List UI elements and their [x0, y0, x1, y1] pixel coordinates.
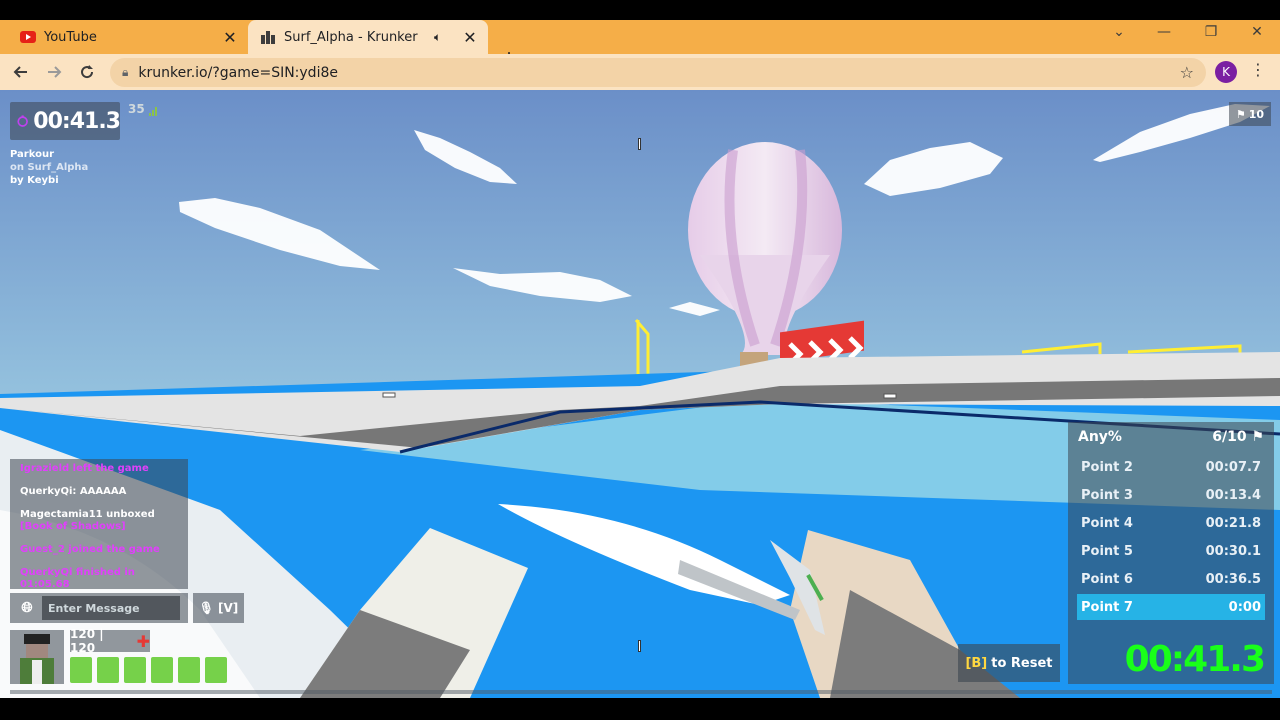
- chat-message: QuerkyQi finished in 01:05.68: [20, 567, 135, 590]
- fps-value: 35: [128, 102, 145, 116]
- chat-input[interactable]: Enter Message: [42, 596, 180, 620]
- signal-bars-icon: [148, 107, 157, 116]
- split-row: Point 6 00:36.5: [1081, 571, 1261, 587]
- voice-chat-button[interactable]: 🎙︎ [V]: [193, 593, 244, 623]
- krunker-icon: [260, 29, 276, 45]
- crosshair-bottom: [638, 640, 641, 652]
- forward-arrow-icon: [48, 66, 62, 78]
- map-name: on Surf_Alpha: [10, 162, 89, 173]
- health-cross-icon: ✚: [136, 631, 150, 651]
- back-arrow-icon: [13, 66, 27, 78]
- chat-input-bar: 🌐︎ Enter Message: [10, 593, 188, 623]
- mic-muted-icon: 🎙︎: [198, 601, 214, 615]
- browser-menu-button[interactable]: ⋮: [1250, 60, 1266, 79]
- progress-track: [10, 690, 1272, 694]
- url-text[interactable]: krunker.io/?game=SIN:ydi8e: [138, 65, 338, 81]
- youtube-icon: [20, 29, 36, 45]
- globe-icon[interactable]: 🌐︎: [18, 599, 36, 617]
- health-display: 120 | 120 ✚: [70, 627, 150, 655]
- flag-icon: ⚑: [1251, 429, 1264, 445]
- fps-counter: 35: [128, 102, 157, 116]
- tab-strip: YouTube ✕ Surf_Alpha - Krunker 🔈︎ ✕ +: [0, 20, 1280, 70]
- flag-count: 10: [1248, 107, 1265, 121]
- forward-button[interactable]: [42, 60, 66, 84]
- chat-message: Igrazield left the game: [20, 463, 149, 474]
- reset-prompt: [B] to Reset: [958, 644, 1060, 682]
- health-value: 120 | 120: [70, 627, 104, 655]
- reload-icon: [81, 65, 94, 79]
- restore-button[interactable]: ❐: [1199, 24, 1223, 40]
- address-bar[interactable]: 🔒︎ krunker.io/?game=SIN:ydi8e ☆: [110, 58, 1206, 87]
- stopwatch-icon: [17, 115, 28, 127]
- profile-avatar[interactable]: K: [1215, 61, 1237, 83]
- checkpoint-progress: 6/10 ⚑: [1212, 429, 1264, 445]
- big-run-timer: 00:41.3: [1124, 639, 1266, 680]
- ammo-slot: [97, 657, 119, 683]
- tab-title: YouTube: [44, 29, 97, 45]
- bookmark-star-icon[interactable]: ☆: [1180, 63, 1194, 82]
- run-timer: 00:41.3: [33, 108, 121, 134]
- game-mode: Parkour: [10, 149, 55, 160]
- close-window-button[interactable]: ✕: [1245, 24, 1269, 40]
- tab-close-button[interactable]: ✕: [460, 27, 480, 47]
- screen: YouTube ✕ Surf_Alpha - Krunker 🔈︎ ✕ + ⌄ …: [0, 0, 1280, 720]
- split-row: Point 3 00:13.4: [1081, 487, 1261, 503]
- crosshair-top: [638, 138, 641, 150]
- reload-button[interactable]: [75, 60, 99, 84]
- ammo-slot: [178, 657, 200, 683]
- player-avatar: [10, 630, 64, 684]
- run-timer-panel: 00:41.3: [10, 102, 121, 140]
- game-viewport[interactable]: 00:41.3 35 Parkour on Surf_Alpha by Keyb…: [0, 90, 1280, 698]
- flag-icon: ⚑: [1235, 107, 1246, 121]
- map-info: Parkour on Surf_Alpha by Keybi: [10, 148, 88, 187]
- ammo-slot: [70, 657, 92, 683]
- minimize-button[interactable]: —: [1152, 24, 1176, 40]
- split-row: Point 4 00:21.8: [1081, 515, 1261, 531]
- split-row: Point 2 00:07.7: [1081, 459, 1261, 475]
- map-author: by Keybi: [10, 175, 59, 186]
- chat-message: QuerkyQi: AAAAAA: [20, 486, 127, 497]
- tab-krunker[interactable]: Surf_Alpha - Krunker 🔈︎ ✕: [248, 20, 488, 54]
- reset-key: [B]: [965, 655, 988, 671]
- ammo-slots: [70, 657, 227, 683]
- bottom-letterbox: [0, 698, 1280, 720]
- category-label: Any%: [1078, 429, 1122, 445]
- browser-toolbar: 🔒︎ krunker.io/?game=SIN:ydi8e ☆: [0, 54, 1280, 90]
- tab-search-button[interactable]: ⌄: [1107, 24, 1131, 40]
- voice-key: [V]: [217, 601, 239, 615]
- tab-close-button[interactable]: ✕: [220, 27, 240, 47]
- chat-message: Guest_2 joined the game: [20, 544, 160, 555]
- tab-youtube[interactable]: YouTube ✕: [8, 20, 248, 54]
- split-row: Point 5 00:30.1: [1081, 543, 1261, 559]
- tab-title: Surf_Alpha - Krunker: [284, 29, 418, 45]
- splits-panel: Any% 6/10 ⚑ Point 2 00:07.7 Point 3 00:13.…: [1068, 422, 1274, 684]
- chat-message: Magectamia11 unboxed [Book of Shadows]: [20, 509, 155, 532]
- lock-icon[interactable]: 🔒︎: [122, 65, 128, 80]
- back-button[interactable]: [9, 60, 33, 84]
- ammo-slot: [205, 657, 227, 683]
- splits-header: Any% 6/10 ⚑: [1068, 422, 1274, 452]
- ammo-slot: [124, 657, 146, 683]
- player-skin-icon: [20, 634, 54, 684]
- reset-label: to Reset: [991, 655, 1053, 671]
- split-row-active: Point 7 0:00: [1077, 594, 1265, 620]
- flag-counter: ⚑ 10: [1229, 102, 1271, 126]
- chat-log[interactable]: Igrazield left the game QuerkyQi: AAAAAA…: [10, 459, 188, 590]
- ammo-slot: [151, 657, 173, 683]
- speaker-icon[interactable]: 🔈︎: [434, 30, 454, 45]
